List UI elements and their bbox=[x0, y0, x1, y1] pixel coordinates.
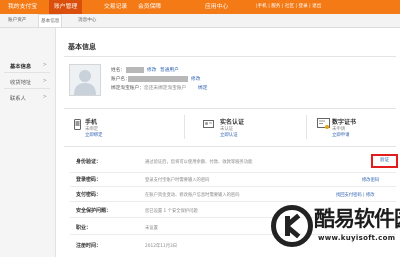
sidebar-divider bbox=[4, 88, 50, 89]
card-divider bbox=[184, 115, 185, 139]
card-certificate: 数字证书 未申请 立即申请 bbox=[317, 113, 397, 140]
sidebar: 基本信息 > 收货地址 > 联系人 > bbox=[0, 28, 56, 257]
edit-account-link[interactable]: 修改 bbox=[191, 76, 200, 82]
avatar[interactable] bbox=[69, 64, 101, 96]
subnav-messages[interactable]: 消息中心 bbox=[78, 14, 96, 28]
page-title: 基本信息 bbox=[68, 43, 96, 51]
watermark-url: www.kuyisoft.com bbox=[318, 234, 396, 242]
row-security-question-desc: 您已设置 1 个安全保护问题 bbox=[145, 209, 198, 214]
row-divider bbox=[70, 186, 396, 187]
chevron-right-icon: > bbox=[42, 94, 47, 100]
sidebar-item-address[interactable]: 收货地址 bbox=[10, 78, 31, 86]
taobao-status: 您还未绑定淘宝账户 bbox=[144, 86, 187, 91]
bind-taobao-link[interactable]: 绑定 bbox=[198, 85, 207, 91]
chevron-right-icon: > bbox=[42, 62, 47, 68]
nav-my-alipay[interactable]: 我的支付宝 bbox=[8, 0, 37, 14]
subnav-basic-info[interactable]: 基本信息 bbox=[38, 14, 63, 27]
nav-app-center[interactable]: 应用中心 bbox=[205, 0, 228, 14]
card-certificate-title: 数字证书 bbox=[332, 119, 357, 126]
row-login-password-desc: 登录支付宝账户时需要输入的密码 bbox=[145, 178, 210, 183]
row-login-password-label: 登录密码： bbox=[76, 177, 102, 183]
nav-member-protection[interactable]: 会员保障 bbox=[138, 0, 161, 14]
taobao-label: 绑定淘宝账户： bbox=[111, 86, 144, 91]
watermark-brand: 酷易软件园 bbox=[314, 207, 400, 231]
card-realname-link[interactable]: 立即认证 bbox=[220, 132, 238, 138]
subnav-assets[interactable]: 账户资产 bbox=[8, 14, 26, 28]
verify-button[interactable]: 验证 bbox=[371, 154, 398, 168]
card-phone-link[interactable]: 立即绑定 bbox=[85, 132, 103, 138]
title-divider bbox=[64, 56, 396, 57]
row-divider bbox=[70, 172, 396, 173]
sidebar-divider bbox=[4, 72, 50, 73]
utility-links[interactable]: |手机 | 服务 | 社区 | 登录 | 退出 bbox=[256, 0, 321, 14]
row-register-time-label: 注册时间： bbox=[76, 243, 102, 249]
row-identity-desc: 通过验证后，您将可以使用余额、付款、收款等服务功能 bbox=[145, 160, 253, 165]
card-realname-title: 实名认证 bbox=[220, 119, 245, 126]
pay-password-actions[interactable]: 找回支付密码 | 修改 bbox=[336, 192, 375, 198]
mobile-phone-icon bbox=[74, 119, 81, 130]
sidebar-item-basic-info[interactable]: 基本信息 bbox=[10, 62, 31, 70]
row-register-time-value: 2012年11月3日 bbox=[145, 244, 178, 249]
row-pay-password-desc: 在账户资金变动、修改账户信息时需要输入的密码 bbox=[145, 193, 240, 198]
chevron-right-icon: > bbox=[42, 78, 47, 84]
nav-account-management[interactable]: 账户管理 bbox=[49, 0, 83, 14]
row-divider bbox=[70, 201, 396, 202]
watermark-logo bbox=[271, 205, 313, 247]
user-silhouette-icon bbox=[74, 70, 96, 95]
card-realname: 实名认证 未认证 立即认证 bbox=[203, 113, 303, 140]
card-phone: 手机 未绑定 立即绑定 bbox=[74, 113, 174, 140]
row-pay-password-label: 支付密码： bbox=[76, 192, 102, 198]
nav-transactions[interactable]: 交易记录 bbox=[104, 0, 127, 14]
card-divider bbox=[306, 115, 307, 139]
row-identity-label: 身份验证： bbox=[76, 159, 102, 165]
change-login-password-link[interactable]: 修改密码 bbox=[362, 177, 379, 183]
id-card-icon bbox=[203, 120, 214, 128]
verified-badge: 普通用户 bbox=[160, 68, 179, 73]
name-label: 姓名： bbox=[111, 68, 126, 73]
top-nav: 我的支付宝 账户管理 交易记录 会员保障 应用中心 |手机 | 服务 | 社区 … bbox=[0, 0, 400, 14]
cards-divider bbox=[64, 146, 396, 147]
profile-divider bbox=[64, 108, 396, 109]
card-certificate-link[interactable]: 立即申请 bbox=[332, 132, 350, 138]
masked-account bbox=[128, 76, 188, 82]
masked-name bbox=[126, 67, 144, 73]
certificate-icon bbox=[317, 118, 330, 129]
account-label: 账户名： bbox=[111, 77, 130, 82]
sub-nav: 账户资产 基本信息 消息中心 bbox=[0, 14, 400, 28]
row-security-question-label: 安全保护问题： bbox=[76, 208, 112, 214]
row-occupation-label: 职业： bbox=[76, 225, 92, 231]
row-occupation-desc: 未设置 bbox=[145, 226, 158, 231]
card-phone-title: 手机 bbox=[85, 119, 98, 126]
edit-name-link[interactable]: 修改 bbox=[147, 67, 156, 73]
sidebar-item-contacts[interactable]: 联系人 bbox=[10, 94, 26, 102]
